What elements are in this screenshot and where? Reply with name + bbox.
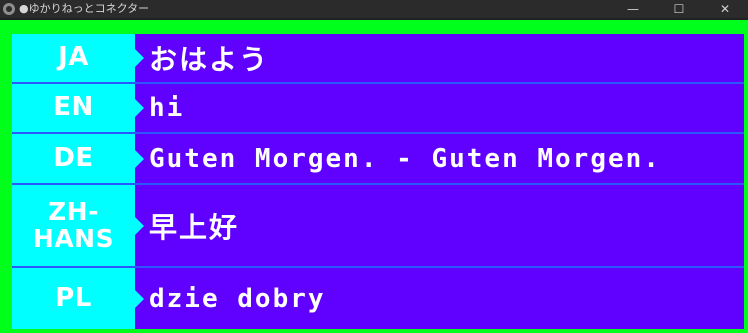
row-pointer-icon bbox=[134, 98, 144, 118]
minimize-button[interactable]: — bbox=[610, 0, 656, 18]
row-pointer-icon bbox=[134, 215, 144, 236]
row-pointer-icon bbox=[134, 48, 144, 68]
translation-row-zh-hans: ZH- HANS 早上好 bbox=[12, 185, 744, 268]
lang-code-zh-hans: ZH- HANS bbox=[12, 185, 135, 266]
maximize-button[interactable]: ☐ bbox=[656, 0, 702, 18]
translation-text-de: Guten Morgen. - Guten Morgen. bbox=[149, 143, 661, 174]
translation-row-en: EN hi bbox=[12, 84, 744, 134]
translation-text-zh-hans: 早上好 bbox=[149, 210, 240, 244]
window-title: ●ゆかりねっとコネクター bbox=[19, 2, 150, 15]
window-controls: — ☐ ✕ bbox=[610, 0, 748, 18]
translation-text-ja: おはよう bbox=[149, 43, 270, 76]
lang-code-ja: JA bbox=[12, 34, 135, 82]
row-pointer-icon bbox=[134, 148, 144, 169]
maximize-icon: ☐ bbox=[673, 2, 685, 16]
translation-table: JA おはよう EN hi DE Guten Morgen. - Guten M… bbox=[12, 34, 744, 329]
translation-row-de: DE Guten Morgen. - Guten Morgen. bbox=[12, 134, 744, 185]
lang-code-en: EN bbox=[12, 84, 135, 132]
translation-text-pl: dzie dobry bbox=[149, 283, 326, 314]
lang-code-pl: PL bbox=[12, 268, 135, 329]
close-button[interactable]: ✕ bbox=[702, 0, 748, 18]
title-bar: ●ゆかりねっとコネクター — ☐ ✕ bbox=[0, 0, 748, 18]
translation-text-en: hi bbox=[149, 93, 185, 123]
app-icon bbox=[3, 3, 15, 15]
translation-frame: JA おはよう EN hi DE Guten Morgen. - Guten M… bbox=[0, 20, 748, 333]
close-icon: ✕ bbox=[719, 2, 731, 16]
minimize-icon: — bbox=[627, 2, 639, 16]
translation-row-ja: JA おはよう bbox=[12, 34, 744, 84]
translation-row-pl: PL dzie dobry bbox=[12, 268, 744, 329]
lang-code-de: DE bbox=[12, 134, 135, 183]
row-pointer-icon bbox=[134, 288, 144, 309]
